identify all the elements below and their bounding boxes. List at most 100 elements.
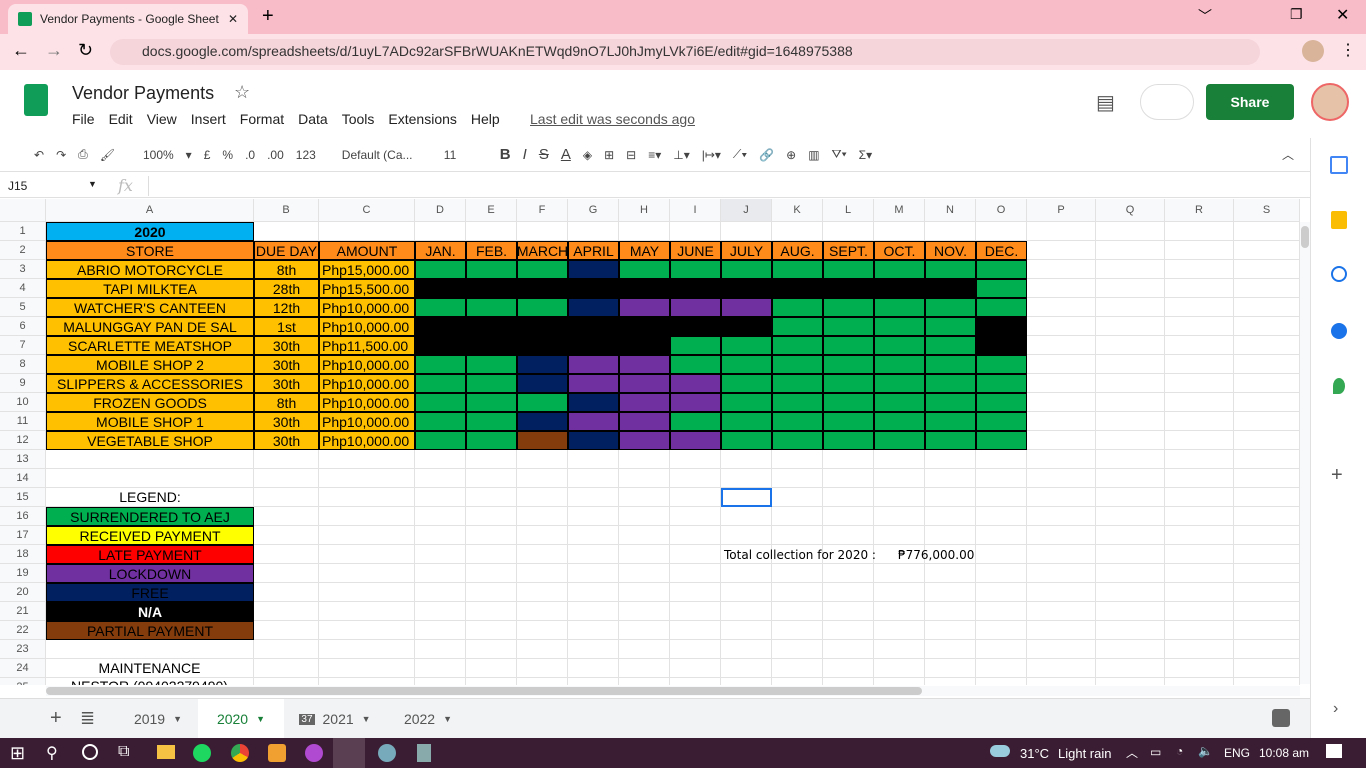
file-explorer-icon[interactable] (157, 745, 175, 759)
month-status-G[interactable] (721, 336, 772, 355)
grid-cell[interactable] (976, 678, 1027, 685)
grid-cell[interactable] (976, 469, 1027, 488)
grid-cell[interactable] (721, 583, 772, 602)
grid-cell[interactable] (874, 564, 925, 583)
grid-cell[interactable] (721, 526, 772, 545)
grid-cell[interactable] (1165, 640, 1234, 659)
row-header[interactable]: 13 (0, 450, 46, 469)
reload-icon[interactable]: ↻ (78, 40, 93, 61)
grid-cell[interactable] (874, 583, 925, 602)
month-status-N[interactable] (568, 431, 619, 450)
grid-cell[interactable] (874, 450, 925, 469)
row-header[interactable]: 1 (0, 222, 46, 241)
grid-cell[interactable] (1096, 241, 1165, 260)
rotate-icon[interactable]: ⟋▾ (733, 147, 747, 162)
month-status-G[interactable] (772, 374, 823, 393)
grid-cell[interactable] (319, 659, 415, 678)
grid-cell[interactable] (1096, 507, 1165, 526)
percent-button[interactable]: % (222, 148, 233, 162)
month-status-N[interactable] (568, 260, 619, 279)
grid-cell[interactable] (619, 507, 670, 526)
decrease-decimal-button[interactable]: .0 (245, 148, 255, 162)
grid-cell[interactable] (823, 507, 874, 526)
grid-cell[interactable] (319, 222, 415, 241)
grid-cell[interactable] (721, 469, 772, 488)
wifi-icon[interactable]: ◔ (1176, 744, 1183, 758)
font-size-select[interactable]: 11 (444, 148, 488, 162)
grid-cell[interactable] (1165, 412, 1234, 431)
month-status-G[interactable] (823, 393, 874, 412)
month-status-G[interactable] (925, 393, 976, 412)
clock[interactable]: 10:08 am (1259, 746, 1309, 760)
grid-cell[interactable] (670, 659, 721, 678)
month-status-G[interactable] (976, 374, 1027, 393)
grid-cell[interactable] (976, 450, 1027, 469)
month-status-G[interactable] (670, 336, 721, 355)
sheets-logo-icon[interactable] (24, 84, 48, 116)
month-status-G[interactable] (874, 431, 925, 450)
month-status-K[interactable] (619, 317, 670, 336)
month-status-K[interactable] (415, 279, 466, 298)
month-status-G[interactable] (466, 355, 517, 374)
month-status-G[interactable] (466, 260, 517, 279)
month-status-G[interactable] (415, 298, 466, 317)
chevron-down-icon[interactable]: ▼ (362, 714, 371, 724)
row-header[interactable]: 11 (0, 412, 46, 431)
grid-cell[interactable] (925, 488, 976, 507)
grid-cell[interactable] (1027, 583, 1096, 602)
chevron-down-icon[interactable]: ▼ (256, 714, 265, 724)
sheet-tab-2019[interactable]: 2019 ▼ (118, 699, 198, 739)
calendar-icon[interactable] (1330, 156, 1348, 174)
month-status-G[interactable] (772, 393, 823, 412)
grid-cell[interactable] (1165, 222, 1234, 241)
grid-cell[interactable] (1027, 412, 1096, 431)
menu-insert[interactable]: Insert (191, 111, 226, 127)
grid-cell[interactable] (1096, 621, 1165, 640)
grid-cell[interactable] (874, 621, 925, 640)
grid-cell[interactable] (976, 659, 1027, 678)
row-header[interactable]: 4 (0, 279, 46, 298)
grid-cell[interactable] (619, 640, 670, 659)
valign-icon[interactable]: ⊥▾ (673, 148, 689, 162)
account-avatar[interactable] (1311, 83, 1349, 121)
month-status-K[interactable] (517, 317, 568, 336)
month-status-G[interactable] (874, 260, 925, 279)
tasks-icon[interactable] (1331, 266, 1347, 282)
back-icon[interactable]: ← (12, 40, 30, 61)
grid-cell[interactable] (1165, 678, 1234, 685)
paint-icon[interactable] (378, 744, 396, 762)
grid-cell[interactable] (619, 602, 670, 621)
grid-cell[interactable] (721, 450, 772, 469)
grid-cell[interactable] (517, 621, 568, 640)
grid-cell[interactable] (517, 450, 568, 469)
grid-cell[interactable] (1096, 640, 1165, 659)
grid-cell[interactable] (415, 545, 466, 564)
month-status-G[interactable] (721, 260, 772, 279)
month-status-G[interactable] (976, 355, 1027, 374)
month-status-G[interactable] (925, 317, 976, 336)
grid-cell[interactable] (319, 564, 415, 583)
grid-cell[interactable] (874, 469, 925, 488)
column-header-Q[interactable]: Q (1096, 199, 1165, 222)
month-status-G[interactable] (874, 374, 925, 393)
grid-cell[interactable] (568, 583, 619, 602)
menu-help[interactable]: Help (471, 111, 500, 127)
grid-cell[interactable] (466, 640, 517, 659)
grid-cell[interactable] (823, 621, 874, 640)
month-status-G[interactable] (976, 431, 1027, 450)
grid-cell[interactable] (517, 640, 568, 659)
grid-cell[interactable] (517, 222, 568, 241)
grid-cell[interactable] (772, 488, 823, 507)
month-status-G[interactable] (925, 336, 976, 355)
grid-cell[interactable] (721, 507, 772, 526)
grid-cell[interactable] (1096, 526, 1165, 545)
month-status-P[interactable] (670, 298, 721, 317)
grid-cell[interactable] (721, 659, 772, 678)
grid-cell[interactable] (319, 526, 415, 545)
row-header[interactable]: 17 (0, 526, 46, 545)
row-header[interactable]: 7 (0, 336, 46, 355)
grid-cell[interactable] (568, 621, 619, 640)
grid-cell[interactable] (976, 507, 1027, 526)
grid-cell[interactable] (670, 507, 721, 526)
grid-cell[interactable] (1165, 469, 1234, 488)
